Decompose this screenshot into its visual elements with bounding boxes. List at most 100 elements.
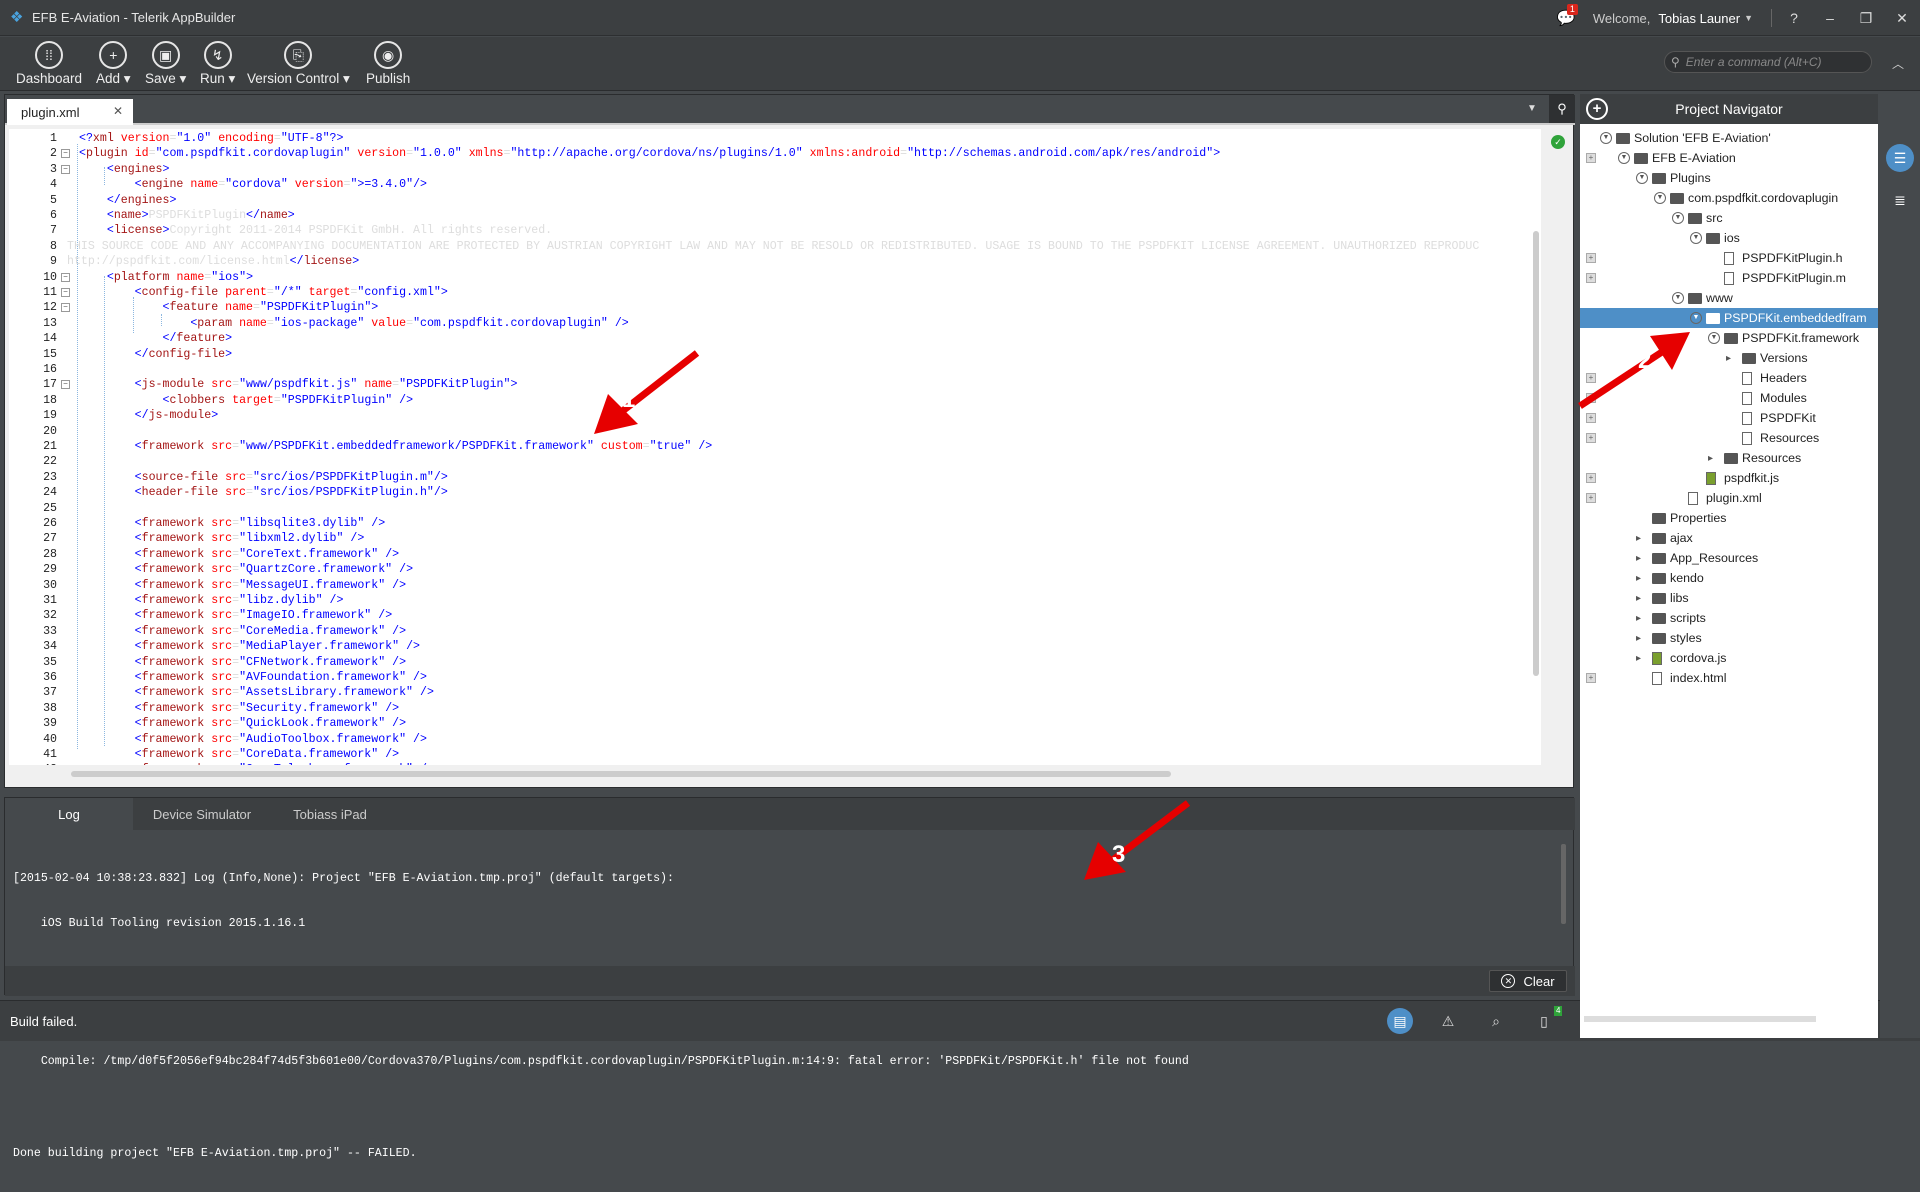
tree-item[interactable]: ▸ ajax — [1580, 528, 1878, 548]
tree-item[interactable]: + PSPDFKitPlugin.h — [1580, 248, 1878, 268]
clear-log-button[interactable]: ✕ Clear — [1489, 970, 1567, 992]
fold-toggle-icon[interactable]: − — [61, 303, 70, 313]
tree-item[interactable]: ▼ PSPDFKit.embeddedfram — [1580, 308, 1878, 328]
tree-item[interactable]: ▼ ios — [1580, 228, 1878, 248]
tree-item[interactable]: Properties — [1580, 508, 1878, 528]
line-number: 39 — [43, 717, 57, 731]
tree-item[interactable]: ▸ kendo — [1580, 568, 1878, 588]
tree-item[interactable]: ▼ com.pspdfkit.cordovaplugin — [1580, 188, 1878, 208]
fold-toggle-icon[interactable]: − — [61, 149, 70, 159]
collapse-chevron-icon[interactable]: ▼ — [1600, 132, 1612, 144]
collapse-chevron-icon[interactable]: ▼ — [1672, 292, 1684, 304]
expand-chevron-icon[interactable]: ▸ — [1636, 653, 1641, 664]
expand-chevron-icon[interactable]: ▸ — [1708, 453, 1713, 464]
tree-item[interactable]: ▸ cordova.js — [1580, 648, 1878, 668]
tree-item-label: Plugins — [1670, 171, 1711, 185]
tree-item-label: styles — [1670, 631, 1702, 645]
expand-chevron-icon[interactable]: ▸ — [1636, 633, 1641, 644]
tree-item[interactable]: ▸ scripts — [1580, 608, 1878, 628]
tree-item[interactable]: + index.html — [1580, 668, 1878, 688]
publish-button[interactable]: ◉ Publish — [366, 41, 410, 86]
tree-item[interactable]: + pspdfkit.js — [1580, 468, 1878, 488]
devices-icon[interactable]: ▯ — [1534, 1011, 1554, 1031]
code-line: <platform name="ios"> — [106, 270, 254, 284]
expand-chevron-icon[interactable]: ▸ — [1636, 533, 1641, 544]
database-icon[interactable]: ≣ — [1886, 186, 1914, 214]
line-number: 14 — [43, 332, 57, 346]
find-results-icon[interactable]: ⌕ — [1486, 1011, 1506, 1031]
fold-toggle-icon[interactable]: − — [61, 380, 70, 390]
collapse-toolbar-chevron-icon[interactable]: ︿ — [1892, 55, 1904, 72]
tree-item[interactable]: ▼ Solution 'EFB E-Aviation' — [1580, 128, 1878, 148]
log-scrollbar[interactable] — [1561, 844, 1566, 924]
warning-icon[interactable]: ⚠ — [1438, 1011, 1458, 1031]
close-tab-icon[interactable]: ✕ — [113, 104, 123, 118]
close-button[interactable]: ✕ — [1884, 10, 1920, 27]
dashboard-icon: ⁞⁞ — [35, 41, 64, 69]
code-line: <framework src="Security.framework" /> — [134, 701, 400, 715]
indent-guide — [77, 144, 78, 749]
devices-badge: 4 — [1554, 1006, 1563, 1016]
tree-item[interactable]: ▼ PSPDFKit.framework — [1580, 328, 1878, 348]
fold-toggle-icon[interactable]: − — [61, 288, 70, 297]
restore-button[interactable]: ❐ — [1848, 10, 1884, 27]
add-button[interactable]: + Add ▾ — [96, 41, 131, 87]
expand-chevron-icon[interactable]: ▸ — [1726, 353, 1731, 364]
fold-toggle-icon[interactable]: − — [61, 272, 70, 282]
collapse-chevron-icon[interactable]: ▼ — [1654, 192, 1666, 204]
tree-item[interactable]: ▸ Resources — [1580, 448, 1878, 468]
tree-item[interactable]: + ▼ EFB E-Aviation — [1580, 148, 1878, 168]
tree-item[interactable]: ▸ Versions — [1580, 348, 1878, 368]
tree-item[interactable]: ▼ www — [1580, 288, 1878, 308]
collapse-chevron-icon[interactable]: ▼ — [1690, 312, 1702, 324]
tab-log[interactable]: Log — [5, 798, 133, 830]
expand-chevron-icon[interactable]: ▸ — [1636, 573, 1641, 584]
collapse-chevron-icon[interactable]: ▼ — [1690, 232, 1702, 244]
run-button[interactable]: ↯ Run ▾ — [200, 41, 235, 87]
save-icon: ▣ — [151, 41, 180, 69]
tab-plugin-xml[interactable]: plugin.xml ✕ — [7, 99, 133, 125]
code-line: <framework src="CFNetwork.framework" /> — [134, 655, 407, 669]
collapse-chevron-icon[interactable]: ▼ — [1708, 332, 1720, 344]
dashboard-button[interactable]: ⁞⁞ Dashboard — [16, 41, 82, 86]
collapse-chevron-icon[interactable]: ▼ — [1618, 152, 1630, 164]
project-navigator-toggle-icon[interactable]: ☰ — [1886, 144, 1914, 172]
version-control-button[interactable]: ⎘ Version Control ▾ — [247, 41, 350, 87]
search-icon[interactable]: ⚲ — [1549, 95, 1575, 123]
minimize-button[interactable]: – — [1812, 10, 1848, 26]
help-button[interactable]: ? — [1776, 10, 1812, 26]
save-button[interactable]: ▣ Save ▾ — [145, 41, 186, 87]
output-panel: Log Device Simulator Tobiass iPad [2015-… — [4, 797, 1575, 1160]
tab-tobiass-ipad[interactable]: Tobiass iPad — [271, 798, 389, 830]
line-number: 22 — [43, 455, 57, 469]
tab-device-simulator[interactable]: Device Simulator — [135, 798, 269, 830]
editor-vertical-scrollbar[interactable] — [1533, 231, 1539, 676]
tree-item[interactable]: ▼ src — [1580, 208, 1878, 228]
user-menu[interactable]: Tobias Launer — [1658, 11, 1740, 26]
collapse-chevron-icon[interactable]: ▼ — [1636, 172, 1648, 184]
expand-chevron-icon[interactable]: ▸ — [1636, 593, 1641, 604]
tree-item[interactable]: ▸ App_Resources — [1580, 548, 1878, 568]
tree-item[interactable]: ▸ styles — [1580, 628, 1878, 648]
tree-item[interactable]: + Modules — [1580, 388, 1878, 408]
notifications-icon[interactable]: 💬 1 — [1557, 4, 1579, 27]
editor-horizontal-scrollbar[interactable] — [71, 771, 1171, 777]
user-menu-chevron-icon[interactable]: ▼ — [1744, 13, 1753, 23]
expand-chevron-icon[interactable]: ▸ — [1636, 553, 1641, 564]
tab-list-chevron-icon[interactable]: ▼ — [1527, 103, 1537, 114]
navigator-horizontal-scrollbar[interactable] — [1584, 1016, 1816, 1022]
tree-item[interactable]: + Resources — [1580, 428, 1878, 448]
tree-item[interactable]: + plugin.xml — [1580, 488, 1878, 508]
fold-toggle-icon[interactable]: − — [61, 164, 70, 174]
output-log-icon[interactable]: ▤ — [1387, 1008, 1413, 1034]
tree-item[interactable]: + PSPDFKitPlugin.m — [1580, 268, 1878, 288]
tree-item[interactable]: + Headers — [1580, 368, 1878, 388]
tree-item[interactable]: + PSPDFKit — [1580, 408, 1878, 428]
tree-item[interactable]: ▼ Plugins — [1580, 168, 1878, 188]
expand-chevron-icon[interactable]: ▸ — [1636, 613, 1641, 624]
tree-item[interactable]: ▸ libs — [1580, 588, 1878, 608]
command-input[interactable]: ⚲ Enter a command (Alt+C) — [1664, 51, 1872, 73]
line-number: 32 — [43, 609, 57, 623]
collapse-chevron-icon[interactable]: ▼ — [1672, 212, 1684, 224]
code-editor[interactable]: 1 <?xml version="1.0" encoding="UTF-8"?> 2… — [9, 129, 1541, 765]
